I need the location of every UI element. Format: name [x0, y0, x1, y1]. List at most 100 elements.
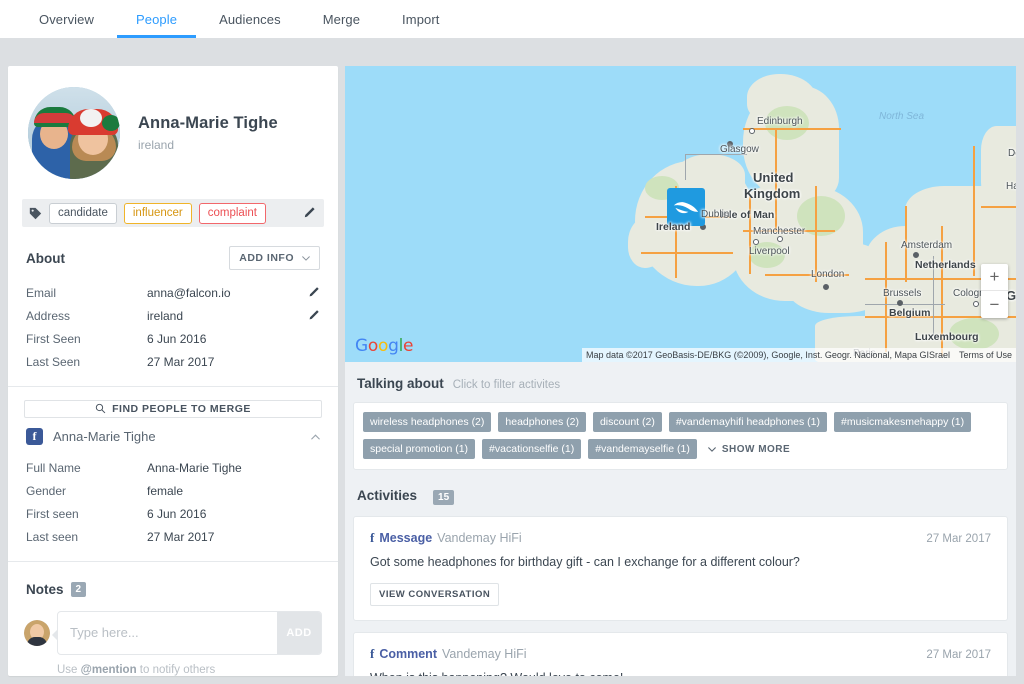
about-title: About	[26, 250, 65, 266]
activities-title: Activities	[357, 488, 418, 503]
activities-section: Activities 15 f Message Vandemay HiFi 27…	[345, 470, 1016, 676]
google-logo-e: e	[403, 336, 414, 356]
about-row-last-seen: Last Seen 27 Mar 2017	[26, 350, 320, 373]
map-label-denmark: De	[1008, 148, 1016, 159]
add-info-button[interactable]: ADD INFO	[229, 246, 320, 270]
map-label-north-sea: North Sea	[879, 111, 925, 122]
fb-key-gender: Gender	[26, 483, 67, 498]
show-more-topics-button[interactable]: SHOW MORE	[707, 444, 790, 455]
tab-audiences-label: Audiences	[219, 11, 281, 27]
topic-chip[interactable]: wireless headphones (2)	[363, 412, 492, 432]
map-label-kingdom: Kingdom	[744, 186, 801, 201]
chevron-up-icon[interactable]	[311, 434, 320, 440]
city-dot-brussels	[897, 300, 903, 306]
find-people-to-merge-button[interactable]: FIND PEOPLE TO MERGE	[24, 399, 322, 419]
city-dot-manchester	[753, 239, 759, 245]
about-value-address: ireland	[147, 308, 184, 323]
fb-key-first-seen: First seen	[26, 506, 79, 521]
tab-merge[interactable]: Merge	[302, 0, 381, 38]
about-value-first-seen: 6 Jun 2016	[147, 331, 207, 346]
google-logo-g1: G	[355, 336, 368, 356]
mention-hint-suffix: to notify others	[136, 663, 216, 676]
activity-card[interactable]: f Message Vandemay HiFi 27 Mar 2017 Got …	[353, 516, 1008, 621]
map-label-dublin: Dublin	[701, 209, 730, 220]
fb-value-full-name: Anna-Marie Tighe	[147, 460, 242, 475]
avatar	[28, 87, 120, 179]
tab-people[interactable]: People	[115, 0, 198, 38]
activity-panel: Talking about Click to filter activites …	[345, 362, 1016, 676]
add-note-button[interactable]: ADD	[277, 611, 321, 654]
edit-tags-icon[interactable]	[302, 206, 316, 220]
facebook-icon: f	[370, 530, 375, 545]
fb-row-last-seen: Last seen 27 Mar 2017	[26, 525, 320, 548]
page-title: Anna-Marie Tighe	[138, 114, 278, 132]
about-row-email: Email anna@falcon.io	[26, 281, 320, 304]
page-body: Anna-Marie Tighe ireland candidate influ…	[0, 58, 1024, 684]
city-dot-cologne	[973, 301, 979, 307]
topic-chip[interactable]: #vandemayselfie (1)	[588, 439, 697, 459]
topic-chip[interactable]: #vacationselfie (1)	[482, 439, 582, 459]
map-label-edinburgh: Edinburgh	[757, 116, 803, 127]
map-label-glasgow: Glasgow	[720, 144, 759, 155]
activities-count-badge: 15	[433, 490, 455, 505]
about-key-last-seen: Last Seen	[26, 354, 81, 369]
map-label-london: London	[811, 269, 845, 280]
notes-title: Notes	[26, 582, 64, 598]
tag-complaint[interactable]: complaint	[198, 202, 266, 224]
activity-text: Got some headphones for birthday gift - …	[370, 555, 800, 569]
about-section-header: About ADD INFO	[8, 246, 338, 270]
fb-value-last-seen: 27 Mar 2017	[147, 529, 215, 544]
fb-value-first-seen: 6 Jun 2016	[147, 506, 207, 521]
talking-about-title: Talking about	[357, 376, 444, 391]
activity-card[interactable]: f Comment Vandemay HiFi 27 Mar 2017 When…	[353, 632, 1008, 676]
edit-address-icon[interactable]	[307, 309, 320, 322]
tag-icon	[29, 207, 42, 219]
google-logo: Google	[355, 336, 414, 356]
notes-count-badge: 2	[70, 582, 87, 598]
map-attribution: Map data ©2017 GeoBasis-DE/BKG (©2009), …	[582, 348, 1016, 362]
tab-audiences[interactable]: Audiences	[198, 0, 302, 38]
topic-chip[interactable]: #vandemayhifi headphones (1)	[668, 412, 828, 432]
fb-row-gender: Gender female	[26, 479, 320, 502]
activity-source: Vandemay HiFi	[442, 647, 527, 661]
search-icon	[95, 404, 106, 414]
map-label-liverpool: Liverpool	[749, 246, 790, 257]
topic-list: wireless headphones (2) headphones (2) d…	[353, 402, 1008, 470]
zoom-out-button[interactable]: −	[981, 291, 1008, 318]
tag-influencer[interactable]: influencer	[123, 202, 192, 224]
top-navigation: Overview People Audiences Merge Import	[0, 0, 1024, 38]
tab-overview[interactable]: Overview	[18, 0, 115, 38]
topic-chip[interactable]: discount (2)	[592, 412, 662, 432]
zoom-in-button[interactable]: +	[981, 264, 1008, 291]
mention-hint-prefix: Use	[57, 663, 81, 676]
tag-candidate[interactable]: candidate	[49, 202, 117, 224]
facebook-fields: Full Name Anna-Marie Tighe Gender female…	[8, 445, 338, 548]
note-input[interactable]	[58, 625, 277, 641]
tab-import[interactable]: Import	[381, 0, 460, 38]
mention-hint: Use @mention to notify others	[24, 664, 322, 676]
google-logo-g2: g	[388, 336, 399, 356]
talking-about-header: Talking about Click to filter activites	[353, 376, 1008, 391]
edit-email-icon[interactable]	[307, 286, 320, 299]
map-terms-link[interactable]: Terms of Use	[959, 350, 1012, 360]
google-logo-o2: o	[377, 336, 389, 356]
activities-header: Activities 15	[353, 488, 1008, 505]
about-fields: Email anna@falcon.io Address ireland Fir…	[8, 270, 338, 373]
activity-text: When is this happening? Would love to co…	[370, 670, 991, 676]
about-value-last-seen: 27 Mar 2017	[147, 354, 215, 369]
profile-location: ireland	[138, 138, 175, 152]
note-input-box: ADD	[52, 610, 322, 655]
fb-key-last-seen: Last seen	[26, 529, 79, 544]
current-user-avatar	[24, 619, 50, 646]
location-map[interactable]: Edinburgh Glasgow United Kingdom Isle of…	[345, 66, 1016, 362]
view-conversation-button[interactable]: VIEW CONVERSATION	[370, 583, 500, 606]
topic-chip[interactable]: headphones (2)	[498, 412, 586, 432]
topic-chip[interactable]: #musicmakesmehappy (1)	[834, 412, 972, 432]
mention-hint-keyword: @mention	[80, 663, 137, 676]
note-composer: ADD	[24, 610, 322, 655]
fb-value-gender: female	[147, 483, 184, 498]
facebook-account-row[interactable]: f Anna-Marie Tighe	[8, 418, 338, 446]
find-people-to-merge-label: FIND PEOPLE TO MERGE	[112, 402, 251, 415]
notes-section-header: Notes 2	[8, 581, 338, 599]
topic-chip[interactable]: special promotion (1)	[363, 439, 476, 459]
